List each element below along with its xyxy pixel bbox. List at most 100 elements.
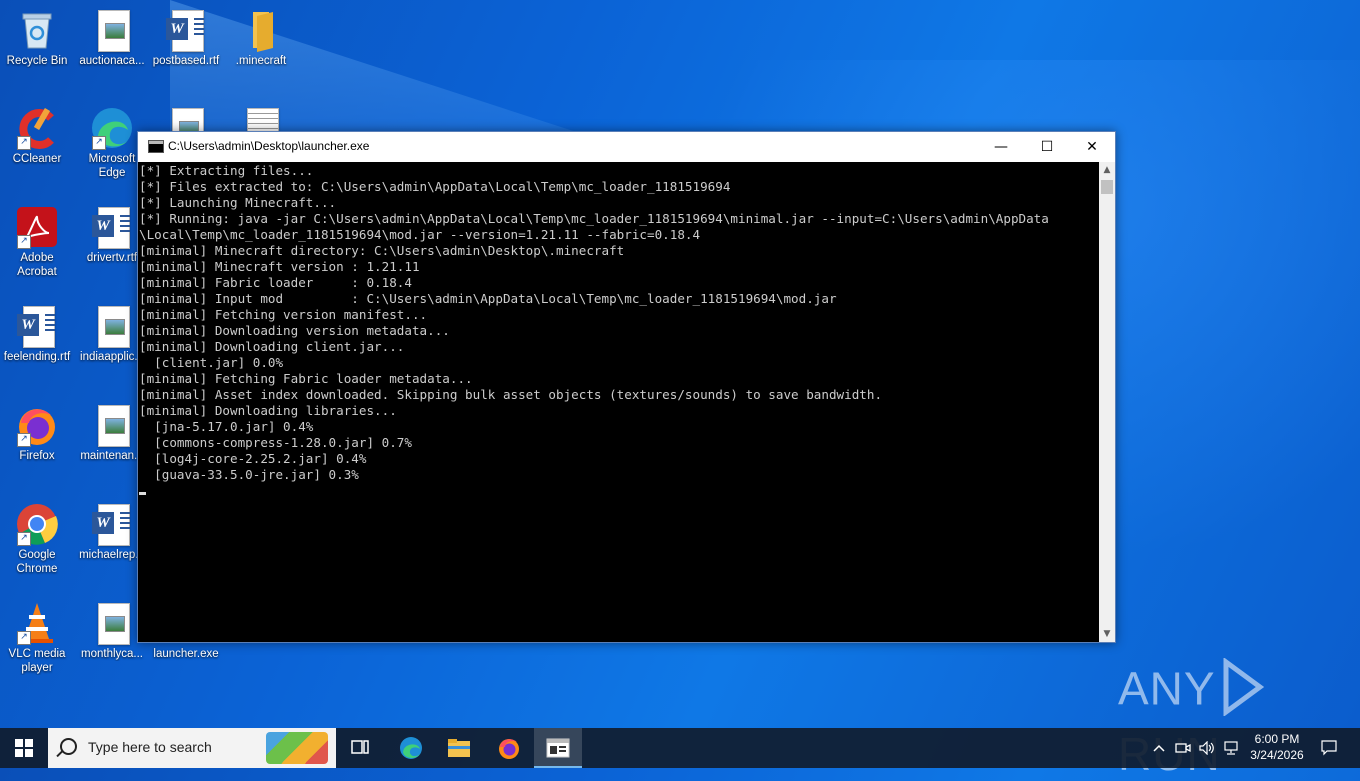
desktop-icon-ccleaner[interactable]: ↗ CCleaner bbox=[0, 106, 74, 166]
console-line: [guava-33.5.0-jre.jar] 0.3% bbox=[139, 467, 359, 482]
scroll-up-arrow-icon[interactable]: ▲ bbox=[1099, 162, 1115, 178]
console-line: [minimal] Downloading client.jar... bbox=[139, 339, 405, 354]
console-app-icon bbox=[148, 140, 164, 153]
speaker-icon bbox=[1199, 740, 1214, 756]
firefox-icon bbox=[499, 739, 519, 759]
folder-icon bbox=[239, 8, 283, 52]
console-line: [minimal] Minecraft directory: C:\Users\… bbox=[139, 243, 625, 258]
desktop-icon-label: Google Chrome bbox=[16, 549, 58, 575]
firefox-icon: ↗ bbox=[15, 403, 59, 447]
windows-logo-icon bbox=[15, 739, 33, 757]
console-line: [log4j-core-2.25.2.jar] 0.4% bbox=[139, 451, 367, 466]
search-icon bbox=[60, 738, 77, 755]
taskbar-explorer-button[interactable] bbox=[436, 728, 482, 768]
console-line: [jna-5.17.0.jar] 0.4% bbox=[139, 419, 314, 434]
clock-time: 6:00 PM bbox=[1254, 732, 1300, 746]
desktop-icon-label: Firefox bbox=[19, 450, 55, 462]
console-line: [minimal] Fetching Fabric loader metadat… bbox=[139, 371, 473, 386]
desktop-icon-label: postbased.rtf bbox=[152, 55, 220, 67]
action-center-button[interactable] bbox=[1314, 728, 1344, 768]
desktop-icon-label: CCleaner bbox=[12, 153, 62, 165]
console-line: \Local\Temp\mc_loader_1181519694\mod.jar… bbox=[139, 227, 701, 242]
taskbar-clock[interactable]: 6:00 PM 3/24/2026 bbox=[1244, 731, 1310, 763]
desktop-icon-label: Recycle Bin bbox=[6, 55, 68, 67]
shortcut-arrow-icon: ↗ bbox=[92, 136, 106, 150]
show-hidden-icons-button[interactable] bbox=[1150, 728, 1168, 768]
desktop-icon-postbased[interactable]: W postbased.rtf bbox=[149, 8, 223, 68]
task-view-icon bbox=[351, 740, 369, 754]
shortcut-arrow-icon: ↗ bbox=[17, 631, 31, 645]
console-window[interactable]: C:\Users\admin\Desktop\launcher.exe — ☐ … bbox=[137, 131, 1116, 643]
close-button[interactable]: ✕ bbox=[1069, 132, 1115, 162]
desktop-icon-adobe-acrobat[interactable]: ↗ Adobe Acrobat bbox=[0, 205, 74, 279]
console-line: [minimal] Downloading version metadata..… bbox=[139, 323, 450, 338]
tray-meet-now-button[interactable] bbox=[1172, 728, 1194, 768]
edge-icon bbox=[400, 737, 422, 759]
chrome-icon: ↗ bbox=[15, 502, 59, 546]
console-line: [minimal] Input mod : C:\Users\admin\App… bbox=[139, 291, 837, 306]
chevron-up-icon bbox=[1153, 744, 1165, 752]
taskbar-search-box[interactable]: Type here to search bbox=[48, 728, 336, 768]
shortcut-arrow-icon: ↗ bbox=[17, 235, 31, 249]
desktop-icon-feelending[interactable]: W feelending.rtf bbox=[0, 304, 74, 364]
play-logo-icon bbox=[1220, 657, 1264, 727]
desktop-icon-label: Microsoft Edge bbox=[88, 153, 136, 179]
console-text: [*] Extracting files... [*] Files extrac… bbox=[138, 162, 1098, 499]
taskbar-firefox-button[interactable] bbox=[486, 728, 532, 768]
scrollbar-thumb[interactable] bbox=[1101, 180, 1113, 194]
window-titlebar[interactable]: C:\Users\admin\Desktop\launcher.exe — ☐ … bbox=[138, 132, 1115, 162]
console-line: [minimal] Fetching version manifest... bbox=[139, 307, 428, 322]
search-placeholder: Type here to search bbox=[88, 739, 212, 755]
desktop-icon-label: feelending.rtf bbox=[3, 351, 71, 363]
console-line: [*] Launching Minecraft... bbox=[139, 195, 337, 210]
desktop-icon-vlc[interactable]: ↗ VLC media player bbox=[0, 601, 74, 675]
clock-date: 3/24/2026 bbox=[1250, 748, 1304, 762]
image-file-icon bbox=[90, 601, 134, 645]
minimize-button[interactable]: — bbox=[978, 132, 1024, 162]
tray-network-button[interactable] bbox=[1220, 728, 1242, 768]
vertical-scrollbar[interactable]: ▲ ▼ bbox=[1099, 162, 1115, 642]
console-line: [*] Running: java -jar C:\Users\admin\Ap… bbox=[139, 211, 1049, 226]
start-button[interactable] bbox=[0, 728, 48, 768]
desktop-icon-label: auctionaca... bbox=[79, 55, 145, 67]
taskbar-console-button[interactable] bbox=[534, 728, 582, 768]
desktop-icon-recycle-bin[interactable]: Recycle Bin bbox=[0, 8, 74, 68]
ccleaner-icon: ↗ bbox=[15, 106, 59, 150]
image-file-icon bbox=[90, 403, 134, 447]
file-explorer-icon bbox=[448, 739, 470, 757]
shortcut-arrow-icon: ↗ bbox=[17, 433, 31, 447]
taskbar: Type here to search 6:00 PM 3/24/2026 bbox=[0, 728, 1360, 768]
taskbar-edge-button[interactable] bbox=[388, 728, 434, 768]
vlc-cone-icon: ↗ bbox=[15, 601, 59, 645]
notification-icon bbox=[1321, 740, 1337, 756]
task-view-button[interactable] bbox=[340, 728, 380, 768]
shortcut-arrow-icon: ↗ bbox=[17, 532, 31, 546]
maximize-button[interactable]: ☐ bbox=[1024, 132, 1070, 162]
tray-volume-button[interactable] bbox=[1196, 728, 1218, 768]
desktop-icon-firefox[interactable]: ↗ Firefox bbox=[0, 403, 74, 463]
console-line: [client.jar] 0.0% bbox=[139, 355, 284, 370]
desktop-icon-label: monthlyca... bbox=[81, 648, 143, 660]
network-icon bbox=[1224, 741, 1238, 755]
camera-icon bbox=[1175, 743, 1191, 753]
watermark-left-text: ANY bbox=[1118, 662, 1216, 715]
adobe-acrobat-icon: ↗ bbox=[15, 205, 59, 249]
console-line: [*] Files extracted to: C:\Users\admin\A… bbox=[139, 179, 731, 194]
desktop-icon-google-chrome[interactable]: ↗ Google Chrome bbox=[0, 502, 74, 576]
console-line: [minimal] Asset index downloaded. Skippi… bbox=[139, 387, 883, 402]
word-document-icon: W bbox=[90, 205, 134, 249]
console-line: [*] Extracting files... bbox=[139, 163, 314, 178]
console-line: [commons-compress-1.28.0.jar] 0.7% bbox=[139, 435, 412, 450]
desktop-icon-auctionaca[interactable]: auctionaca... bbox=[75, 8, 149, 68]
word-document-icon: W bbox=[90, 502, 134, 546]
recycle-bin-icon bbox=[15, 8, 59, 52]
desktop-icon-label: launcher.exe bbox=[153, 648, 219, 660]
desktop-icon-minecraft-folder[interactable]: .minecraft bbox=[224, 8, 298, 68]
desktop-icon-label: .minecraft bbox=[235, 55, 287, 67]
scroll-down-arrow-icon[interactable]: ▼ bbox=[1099, 626, 1115, 642]
search-highlight-image bbox=[266, 732, 328, 764]
console-line: [minimal] Downloading libraries... bbox=[139, 403, 397, 418]
console-window-icon bbox=[546, 738, 570, 758]
console-output[interactable]: [*] Extracting files... [*] Files extrac… bbox=[138, 162, 1098, 642]
console-line: [minimal] Minecraft version : 1.21.11 bbox=[139, 259, 420, 274]
